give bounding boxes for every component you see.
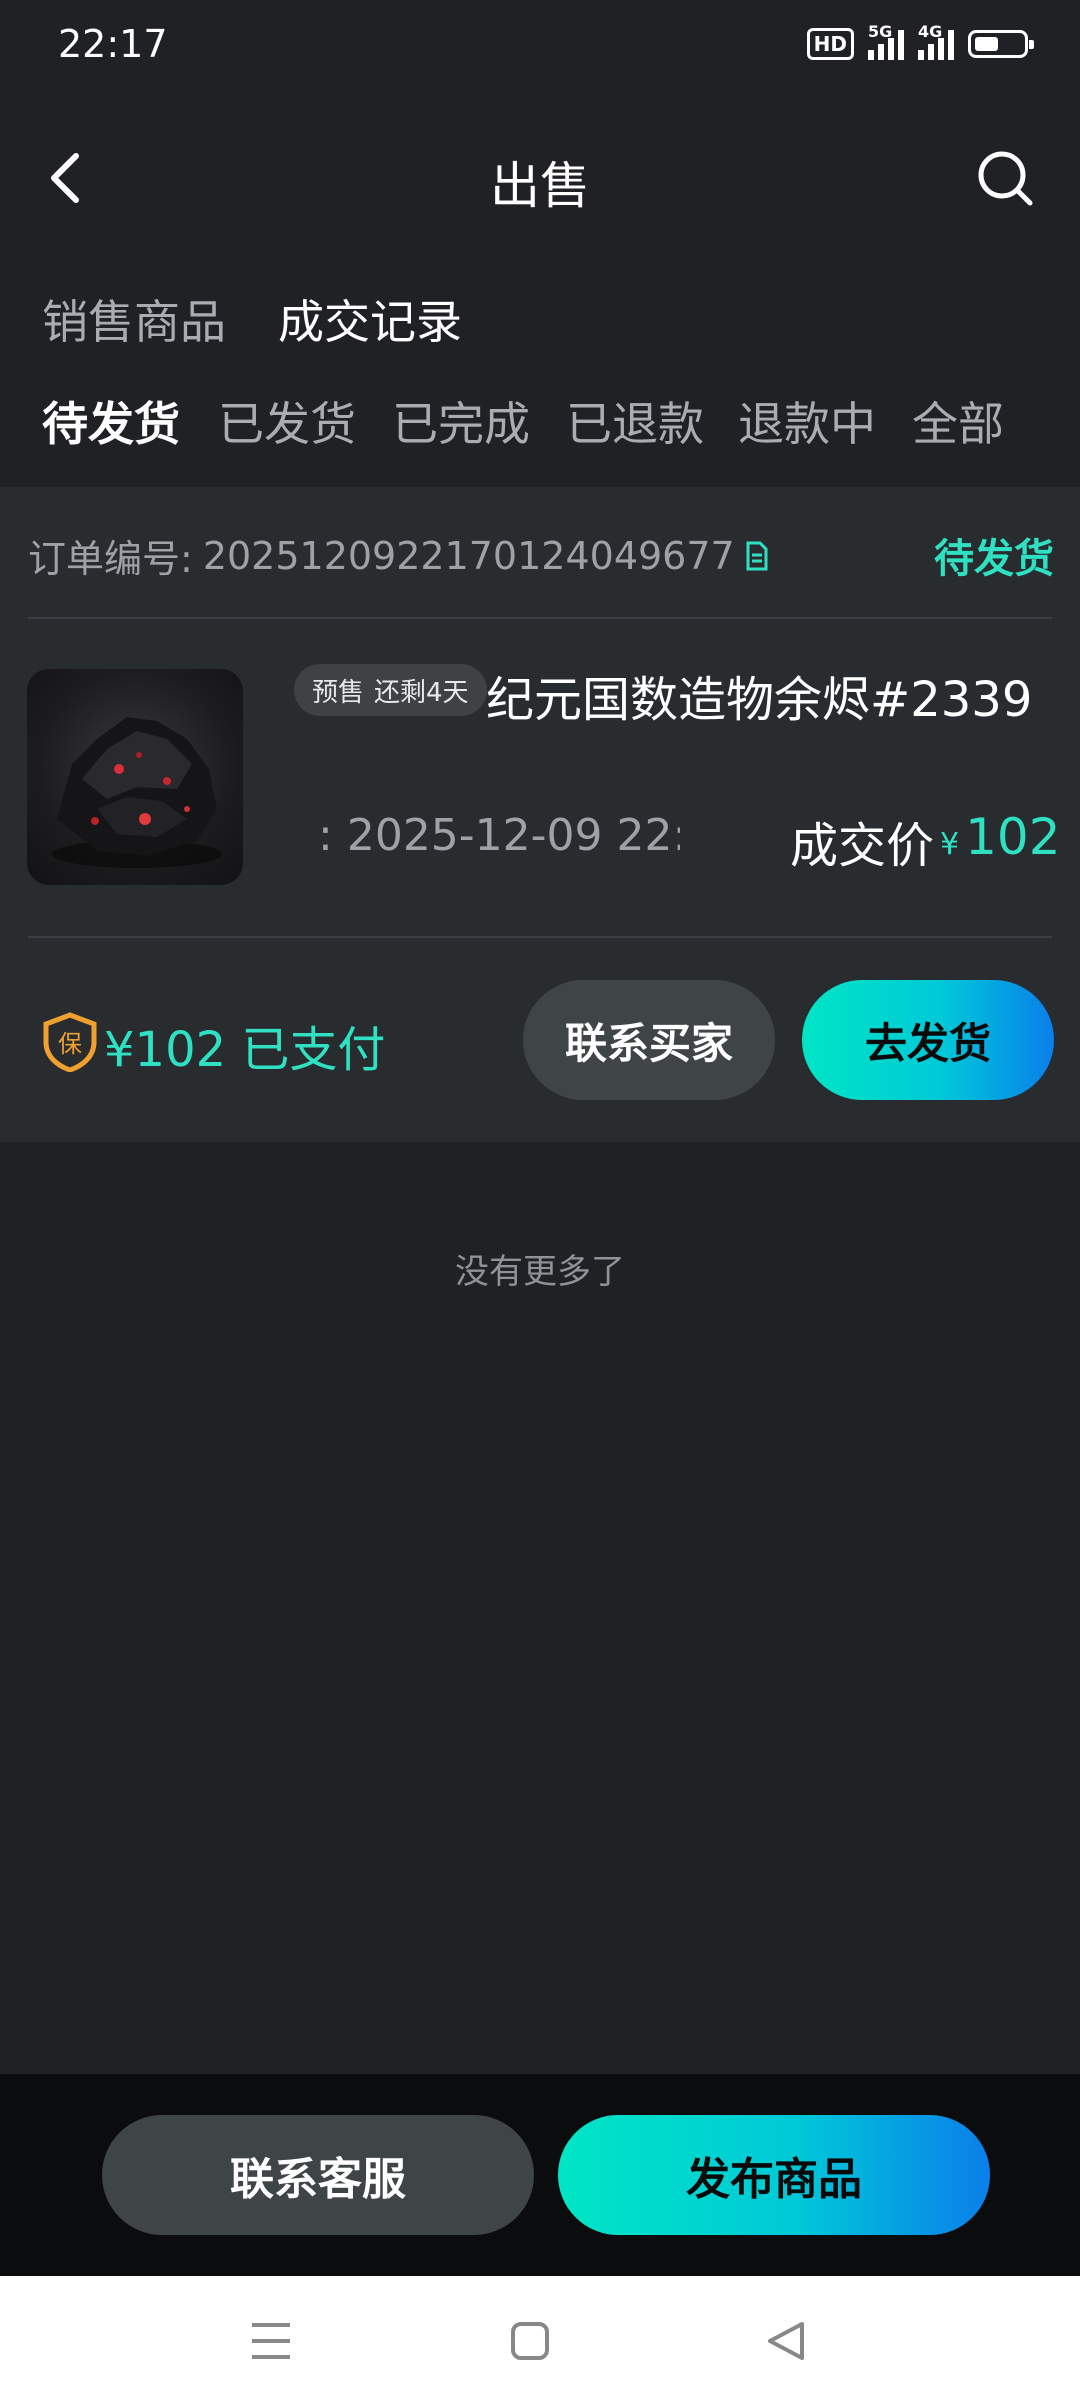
tab-completed[interactable]: 已完成 bbox=[392, 388, 530, 454]
deal-price: ¥102 bbox=[940, 808, 1061, 866]
tab-all[interactable]: 全部 bbox=[912, 388, 1004, 454]
tab-pending-shipment[interactable]: 待发货 bbox=[42, 388, 180, 454]
signal-5g-icon: 5G bbox=[868, 22, 904, 60]
ember-rock-image bbox=[52, 717, 222, 868]
product-thumbnail[interactable] bbox=[27, 669, 243, 885]
back-triangle-icon[interactable] bbox=[766, 2321, 806, 2361]
hd-icon: HD bbox=[806, 28, 854, 60]
contact-service-button[interactable]: 联系客服 bbox=[102, 2115, 534, 2235]
order-number: 订单编号: 2025120922170124049677 bbox=[28, 528, 769, 583]
signal-4g-icon: 4G bbox=[918, 22, 954, 60]
price-label: 成交价 bbox=[790, 818, 935, 874]
deal-time-prefix: : bbox=[318, 810, 333, 861]
ship-button[interactable]: 去发货 bbox=[802, 980, 1054, 1100]
price-value: 102 bbox=[965, 808, 1061, 866]
page-title: 出售 bbox=[490, 157, 590, 215]
contact-buyer-button[interactable]: 联系买家 bbox=[523, 980, 775, 1100]
copy-icon[interactable] bbox=[745, 541, 769, 571]
menu-icon[interactable] bbox=[250, 2321, 292, 2361]
publish-goods-button[interactable]: 发布商品 bbox=[558, 2115, 990, 2235]
divider bbox=[28, 617, 1052, 619]
tab-refunding[interactable]: 退款中 bbox=[738, 388, 876, 454]
tab-shipped[interactable]: 已发货 bbox=[218, 388, 356, 454]
search-icon[interactable] bbox=[975, 148, 1035, 208]
status-time: 22:17 bbox=[58, 22, 168, 66]
presale-remaining: 还剩4天 bbox=[374, 677, 469, 708]
tab-sales-goods[interactable]: 销售商品 bbox=[42, 286, 226, 352]
no-more-text: 没有更多了 bbox=[455, 1252, 625, 1292]
tab-refunded[interactable]: 已退款 bbox=[566, 388, 704, 454]
order-status: 待发货 bbox=[934, 536, 1054, 582]
battery-icon bbox=[968, 30, 1034, 58]
deal-time: : 2025-12-09 22:17 bbox=[318, 810, 680, 861]
order-number-label: 订单编号: bbox=[28, 537, 193, 581]
shield-guarantee-icon: 保 bbox=[43, 1012, 97, 1072]
presale-badge: 预售 还剩4天 bbox=[294, 664, 487, 716]
currency-symbol: ¥ bbox=[940, 827, 960, 862]
paid-amount: ¥102 已支付 bbox=[104, 1022, 386, 1078]
tab-deal-records[interactable]: 成交记录 bbox=[278, 286, 462, 352]
product-name[interactable]: 纪元国数造物余烬#2339 bbox=[486, 660, 1032, 730]
status-icons: HD 5G 4G bbox=[806, 22, 1034, 60]
deal-time-value: 2025-12-09 22:17 bbox=[346, 810, 680, 861]
divider bbox=[28, 936, 1052, 938]
svg-text:保: 保 bbox=[58, 1030, 82, 1058]
home-icon[interactable] bbox=[510, 2321, 550, 2361]
presale-tag: 预售 bbox=[312, 677, 365, 708]
order-number-value: 2025120922170124049677 bbox=[202, 533, 735, 578]
